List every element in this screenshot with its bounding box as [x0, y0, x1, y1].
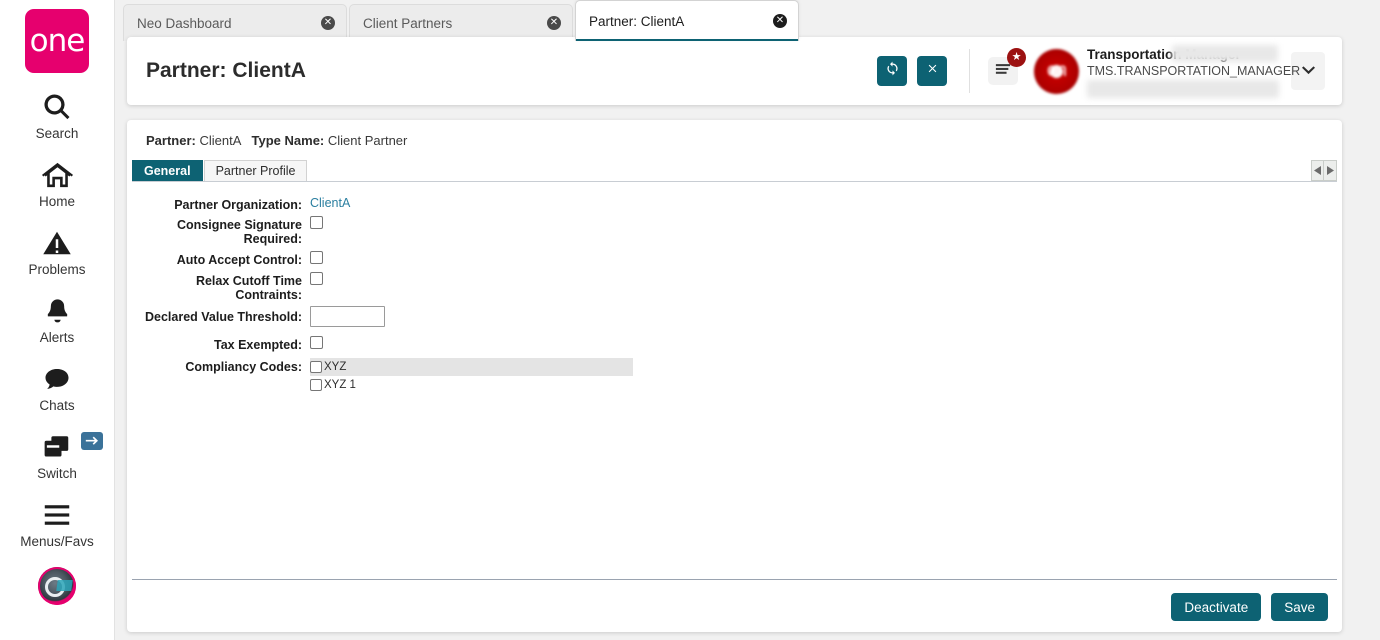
- breadcrumb: Partner: ClientA Type Name: Client Partn…: [127, 120, 1342, 148]
- close-icon[interactable]: ✕: [773, 14, 787, 28]
- assistant-avatar[interactable]: [38, 567, 76, 605]
- field-compliancy-codes: Compliancy Codes: XYZ XYZ 1: [127, 358, 1342, 394]
- field-label: Relax Cutoff Time Contraints:: [195, 274, 302, 302]
- breadcrumb-partner-label: Partner:: [146, 133, 196, 148]
- sidebar-item-chats[interactable]: Chats: [0, 361, 115, 413]
- footer-actions: Deactivate Save: [1161, 593, 1328, 621]
- refresh-button[interactable]: [877, 56, 907, 86]
- brand-logo[interactable]: one: [25, 9, 89, 73]
- redacted-region: [1087, 80, 1279, 98]
- menus-favorites-button[interactable]: ★: [988, 48, 1026, 85]
- scroll-left-icon[interactable]: [1312, 161, 1324, 180]
- tab-partner-profile[interactable]: Partner Profile: [203, 160, 308, 181]
- sidebar-item-label: Chats: [39, 398, 75, 413]
- compliancy-code-label: XYZ: [324, 361, 347, 373]
- field-label: Tax Exempted:: [214, 338, 302, 352]
- swap-arrows-icon[interactable]: [80, 432, 103, 450]
- page-header: Partner: ClientA ★ on Transportation Man…: [127, 37, 1342, 105]
- close-button[interactable]: [917, 56, 947, 86]
- deactivate-button[interactable]: Deactivate: [1171, 593, 1262, 621]
- footer-divider: [132, 579, 1337, 580]
- field-label: Consignee Signature Required:: [176, 218, 302, 246]
- breadcrumb-type-label: Type Name:: [251, 133, 325, 148]
- breadcrumb-partner-value: ClientA: [199, 133, 241, 148]
- user-info: Transportation Manager TMS.TRANSPORTATIO…: [1087, 45, 1301, 98]
- scroll-right-icon[interactable]: [1324, 161, 1336, 180]
- breadcrumb-type-value: Client Partner: [327, 133, 408, 148]
- sidebar-item-label: Home: [38, 194, 75, 209]
- star-icon: ★: [1007, 48, 1026, 67]
- warning-triangle-icon: [42, 225, 72, 261]
- save-button[interactable]: Save: [1271, 593, 1328, 621]
- chevron-down-icon: [1301, 62, 1315, 80]
- sidebar-item-switch[interactable]: Switch: [0, 429, 115, 481]
- field-consignee-signature-required: Consignee Signature Required:: [127, 216, 1342, 246]
- auto-accept-control-checkbox[interactable]: [310, 251, 323, 264]
- field-label: Auto Accept Control:: [176, 253, 302, 267]
- close-icon[interactable]: ✕: [547, 16, 561, 30]
- field-partner-organization: Partner Organization: ClientA: [127, 196, 1342, 212]
- sidebar-item-search[interactable]: Search: [0, 89, 115, 141]
- compliancy-code-label: XYZ 1: [324, 379, 356, 391]
- field-auto-accept-control: Auto Accept Control:: [127, 251, 1342, 267]
- sidebar-item-home[interactable]: Home: [0, 157, 115, 209]
- page-title: Partner: ClientA: [146, 59, 306, 82]
- sidebar-item-label: Problems: [28, 262, 86, 277]
- avatar[interactable]: on: [1034, 48, 1079, 94]
- bell-icon: [43, 293, 72, 329]
- sidebar-item-label: Menus/Favs: [20, 534, 94, 549]
- list-item[interactable]: XYZ: [310, 358, 633, 376]
- tab-label: Partner: ClientA: [589, 13, 685, 29]
- field-label: Compliancy Codes:: [185, 360, 302, 374]
- section-tab-label: General: [144, 164, 191, 178]
- chat-bubble-icon: [42, 361, 72, 397]
- left-sidebar: one Search Home Problems Alerts Chats Sw…: [0, 0, 115, 640]
- hamburger-icon: [42, 497, 72, 533]
- compliancy-codes-list: XYZ XYZ 1: [310, 358, 633, 394]
- field-relax-cutoff-time-contraints: Relax Cutoff Time Contraints:: [127, 272, 1342, 302]
- section-tab-label: Partner Profile: [215, 164, 296, 178]
- windows-stack-icon: [42, 429, 72, 465]
- tax-exempted-checkbox[interactable]: [310, 336, 323, 349]
- field-label: Declared Value Threshold:: [145, 310, 302, 324]
- home-icon: [41, 157, 73, 193]
- brand-logo-text: one: [29, 23, 86, 59]
- relax-cutoff-checkbox[interactable]: [310, 272, 323, 285]
- consignee-signature-checkbox[interactable]: [310, 216, 323, 229]
- tab-label: Client Partners: [363, 15, 453, 31]
- sidebar-item-label: Search: [35, 126, 79, 141]
- sidebar-item-alerts[interactable]: Alerts: [0, 293, 115, 345]
- header-divider: [969, 49, 970, 93]
- tab-general[interactable]: General: [132, 160, 203, 181]
- close-icon[interactable]: ✕: [321, 16, 335, 30]
- refresh-icon: [885, 61, 900, 81]
- tab-client-partners[interactable]: Client Partners ✕: [349, 4, 573, 41]
- close-x-icon: [926, 62, 939, 80]
- list-item[interactable]: XYZ 1: [310, 376, 633, 394]
- sidebar-item-menus-favs[interactable]: Menus/Favs: [0, 497, 115, 549]
- main-content-panel: Partner: ClientA Type Name: Client Partn…: [127, 120, 1342, 632]
- section-tab-strip: General Partner Profile: [132, 160, 1337, 182]
- avatar-text: on: [1046, 60, 1067, 81]
- compliancy-code-checkbox[interactable]: [310, 379, 322, 391]
- sidebar-item-label: Switch: [37, 466, 77, 481]
- sidebar-item-problems[interactable]: Problems: [0, 225, 115, 277]
- field-label: Partner Organization:: [174, 198, 302, 212]
- partner-organization-link[interactable]: ClientA: [310, 196, 350, 210]
- tab-label: Neo Dashboard: [137, 15, 232, 31]
- search-icon: [42, 89, 72, 125]
- section-tab-scroll-controls: [1311, 160, 1337, 181]
- general-form: Partner Organization: ClientA Consignee …: [127, 196, 1342, 394]
- tab-neo-dashboard[interactable]: Neo Dashboard ✕: [123, 4, 347, 41]
- compliancy-code-checkbox[interactable]: [310, 361, 322, 373]
- sidebar-item-label: Alerts: [39, 330, 75, 345]
- browser-tab-strip: Neo Dashboard ✕ Client Partners ✕ Partne…: [123, 0, 1380, 41]
- hamburger-icon: [995, 62, 1011, 80]
- field-declared-value-threshold: Declared Value Threshold:: [127, 306, 1342, 327]
- redacted-region: [1172, 45, 1278, 62]
- user-role: TMS.TRANSPORTATION_MANAGER: [1087, 64, 1301, 78]
- field-tax-exempted: Tax Exempted:: [127, 336, 1342, 352]
- tab-partner-clienta[interactable]: Partner: ClientA ✕: [575, 0, 799, 41]
- declared-value-threshold-input[interactable]: [310, 306, 385, 327]
